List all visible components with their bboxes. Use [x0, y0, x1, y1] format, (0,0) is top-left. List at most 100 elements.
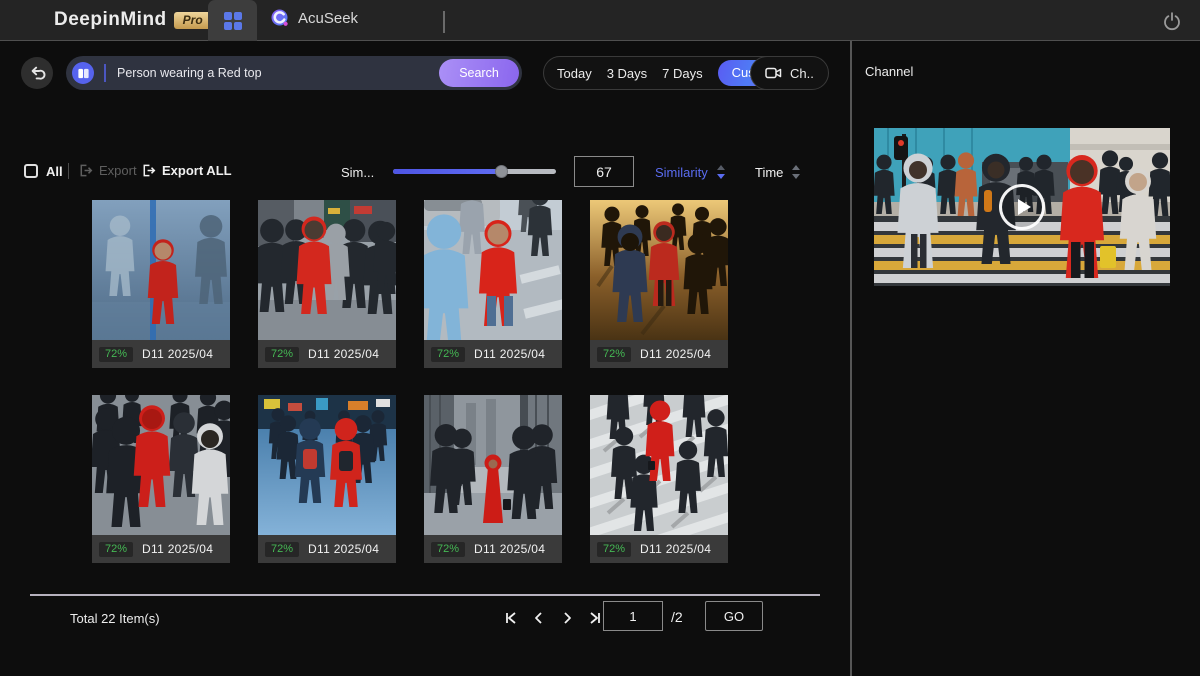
page-total-text: /2 [671, 609, 683, 625]
similarity-badge: 72% [265, 542, 299, 557]
result-thumbnail [258, 200, 396, 340]
last-page-button[interactable] [585, 608, 605, 628]
sort-similarity-label: Similarity [655, 165, 708, 180]
date-option-today[interactable]: Today [557, 66, 592, 81]
grid-icon [224, 12, 242, 30]
result-card-label: D11 2025/04 [142, 347, 213, 361]
result-card[interactable]: 72% D11 2025/04 [92, 200, 230, 368]
result-card-footer: 72% D11 2025/04 [92, 535, 230, 563]
pagination-nav [501, 608, 605, 628]
channel-panel: Channel [850, 41, 1200, 676]
result-card-footer: 72% D11 2025/04 [424, 340, 562, 368]
similarity-badge: 72% [597, 347, 631, 362]
result-card[interactable]: 72% D11 2025/04 [258, 200, 396, 368]
result-card-footer: 72% D11 2025/04 [258, 340, 396, 368]
similarity-badge: 72% [431, 347, 465, 362]
result-thumbnail [590, 200, 728, 340]
similarity-slider-label: Sim... [341, 165, 374, 180]
tab-bar-caret [443, 11, 445, 33]
page-number-input[interactable] [604, 602, 662, 630]
select-all-checkbox[interactable] [24, 164, 38, 178]
first-page-button[interactable] [501, 608, 521, 628]
power-button[interactable] [1162, 11, 1182, 31]
result-card[interactable]: 72% D11 2025/04 [590, 200, 728, 368]
result-thumbnail [590, 395, 728, 535]
total-items-text: Total 22 Item(s) [70, 611, 160, 626]
tab-acuseek[interactable]: AcuSeek [270, 8, 358, 28]
brand-name: DeepinMind [54, 9, 167, 31]
result-card-label: D11 2025/04 [308, 347, 379, 361]
filter-separator [68, 163, 69, 179]
first-page-icon [503, 610, 519, 626]
acuseek-label: AcuSeek [298, 10, 358, 27]
result-thumbnail [424, 200, 562, 340]
book-icon [77, 67, 90, 80]
result-card-footer: 72% D11 2025/04 [590, 535, 728, 563]
search-input[interactable] [117, 66, 439, 80]
sort-arrows-icon [716, 164, 726, 180]
sort-time-label: Time [755, 165, 783, 180]
result-card-label: D11 2025/04 [308, 542, 379, 556]
go-button[interactable]: GO [705, 601, 763, 631]
back-button[interactable] [21, 57, 53, 89]
export-button[interactable]: Export [78, 163, 137, 178]
channel-video-preview[interactable] [874, 128, 1170, 286]
previous-page-button[interactable] [529, 608, 549, 628]
search-category-button[interactable] [72, 62, 94, 84]
next-page-button[interactable] [557, 608, 577, 628]
similarity-slider-thumb[interactable] [495, 165, 508, 178]
sort-arrows-icon [791, 164, 801, 180]
sort-by-similarity[interactable]: Similarity [655, 164, 726, 180]
deepinmind-app: DeepinMind Pro AcuSeek [0, 0, 1200, 676]
result-card[interactable]: 72% D11 2025/04 [424, 395, 562, 563]
search-bar[interactable]: Search [66, 56, 522, 90]
results-filter-bar: All Export Export ALL Sim... Similarity [0, 155, 850, 191]
next-page-icon [559, 610, 575, 626]
export-all-button[interactable]: Export ALL [141, 163, 232, 178]
result-card[interactable]: 72% D11 2025/04 [92, 395, 230, 563]
search-button[interactable]: Search [439, 59, 519, 87]
video-camera-icon [765, 66, 782, 80]
channel-panel-title: Channel [865, 64, 913, 79]
similarity-badge: 72% [597, 542, 631, 557]
results-bottom-divider [30, 594, 820, 596]
result-card-footer: 72% D11 2025/04 [590, 340, 728, 368]
date-option-7days[interactable]: 7 Days [662, 66, 702, 81]
result-card-label: D11 2025/04 [640, 347, 711, 361]
export-icon [78, 163, 93, 178]
tab-grid-home[interactable] [208, 0, 257, 41]
play-icon[interactable] [999, 184, 1045, 230]
undo-arrow-icon [28, 64, 46, 82]
channel-select-button[interactable]: Ch.. [750, 56, 829, 90]
power-icon [1162, 11, 1182, 31]
similarity-value-box [574, 156, 634, 187]
sort-by-time[interactable]: Time [755, 164, 801, 180]
similarity-badge: 72% [265, 347, 299, 362]
similarity-slider-fill [393, 169, 502, 174]
result-card-footer: 72% D11 2025/04 [424, 535, 562, 563]
last-page-icon [587, 610, 603, 626]
top-bar: DeepinMind Pro AcuSeek [0, 0, 1200, 41]
similarity-slider[interactable] [393, 169, 556, 174]
select-all-label: All [46, 164, 63, 179]
result-card[interactable]: 72% D11 2025/04 [258, 395, 396, 563]
result-card-label: D11 2025/04 [474, 542, 545, 556]
similarity-badge: 72% [99, 542, 133, 557]
result-thumbnail [92, 200, 230, 340]
export-label: Export [99, 163, 137, 178]
result-thumbnail [258, 395, 396, 535]
acuseek-icon [270, 8, 290, 28]
result-thumbnail [92, 395, 230, 535]
previous-page-icon [531, 610, 547, 626]
export-all-icon [141, 163, 156, 178]
date-option-3days[interactable]: 3 Days [607, 66, 647, 81]
result-thumbnail [424, 395, 562, 535]
result-card[interactable]: 72% D11 2025/04 [424, 200, 562, 368]
result-card-label: D11 2025/04 [474, 347, 545, 361]
search-separator [104, 64, 106, 82]
result-card[interactable]: 72% D11 2025/04 [590, 395, 728, 563]
similarity-badge: 72% [99, 347, 133, 362]
similarity-value-input[interactable] [575, 157, 633, 186]
result-card-label: D11 2025/04 [142, 542, 213, 556]
channel-button-label: Ch.. [790, 66, 814, 81]
